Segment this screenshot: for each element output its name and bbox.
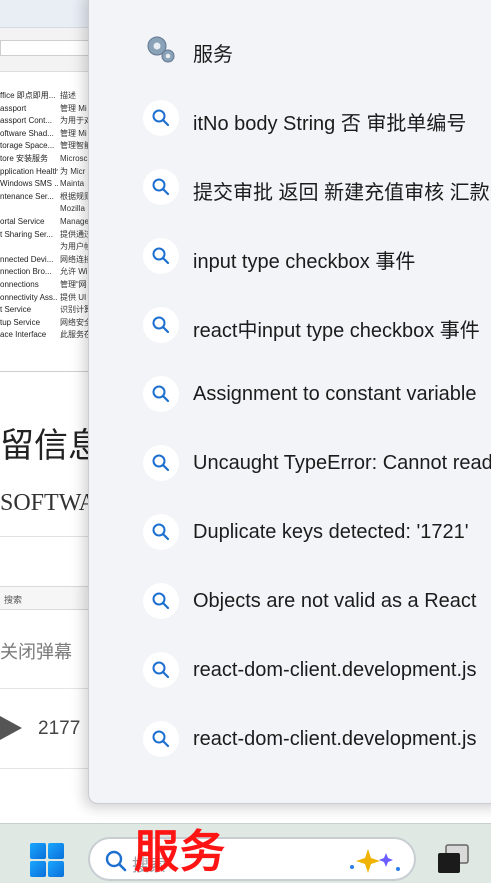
share-count: 2177: [38, 718, 81, 739]
service-name-cell: ffice 即点即用...: [0, 91, 56, 100]
result-item-services-app[interactable]: 服务: [143, 29, 491, 69]
search-icon: [143, 721, 179, 757]
background-subheading: SOFTWA: [0, 490, 97, 516]
result-item[interactable]: Objects are not valid as a React: [143, 581, 491, 621]
result-item[interactable]: Duplicate keys detected: '1721': [143, 512, 491, 552]
search-icon: [143, 100, 179, 136]
result-item-label: Objects are not valid as a React: [193, 590, 477, 612]
close-danmu-button[interactable]: 关闭弹幕: [0, 638, 72, 664]
start-logo-tile: [48, 843, 64, 859]
copilot-sparkle-icon[interactable]: [348, 847, 404, 880]
background-heading: 留信息: [0, 428, 102, 465]
service-name-cell: tup Service: [0, 317, 41, 327]
result-item-label: react-dom-client.development.js: [193, 728, 477, 750]
result-item-label: itNo body String 否 审批单编号: [193, 113, 467, 135]
search-icon: [143, 376, 179, 412]
service-name-cell: [0, 241, 58, 254]
service-name-cell: tore 安装服务: [0, 153, 49, 163]
start-logo-tile: [30, 861, 46, 877]
service-name-cell: nnected Devi...: [0, 254, 54, 264]
result-item[interactable]: react-dom-client.development.js: [143, 650, 491, 690]
search-icon: [143, 238, 179, 274]
service-name-cell: onnections: [0, 279, 39, 289]
result-item-label: Assignment to constant variable: [193, 383, 477, 405]
result-item-label: react-dom-client.development.js: [193, 659, 477, 681]
search-icon: [143, 583, 179, 619]
service-name-cell: t Sharing Ser...: [0, 229, 53, 239]
service-name-cell: assport: [0, 103, 27, 113]
service-name-cell: Windows SMS ...: [0, 179, 58, 189]
service-name-cell: nnection Bro...: [0, 267, 52, 277]
background-search-label: 搜索: [4, 595, 23, 605]
result-item[interactable]: 提交审批 返回 新建充值审核 汇款: [143, 167, 491, 207]
result-item[interactable]: Assignment to constant variable: [143, 374, 491, 414]
result-item-label: Duplicate keys detected: '1721': [193, 521, 469, 543]
windows-start-icon[interactable]: [30, 843, 66, 879]
service-name-cell: assport Cont...: [0, 116, 53, 126]
result-item-label: 服务: [193, 44, 233, 66]
result-item[interactable]: Uncaught TypeError: Cannot read: [143, 443, 491, 483]
result-item-label: Uncaught TypeError: Cannot read: [193, 452, 491, 474]
result-item-label: input type checkbox 事件: [193, 251, 416, 273]
result-item-label: 提交审批 返回 新建充值审核 汇款: [193, 182, 490, 204]
start-logo-tile: [30, 843, 46, 859]
search-icon: [143, 445, 179, 481]
annotation-overlay-text: 服务: [134, 826, 227, 877]
result-item[interactable]: itNo body String 否 审批单编号: [143, 98, 491, 138]
services-name-column: ffice 即点即用... assport assport Cont... oftwa…: [0, 90, 58, 342]
service-name-cell: ace Interface: [0, 330, 47, 340]
service-name-cell: torage Space...: [0, 141, 55, 151]
result-item[interactable]: react-dom-client.development.js: [143, 719, 491, 759]
share-icon[interactable]: [0, 710, 24, 746]
search-icon: [143, 652, 179, 688]
service-name-cell: ntenance Ser...: [0, 191, 54, 201]
service-name-cell: ortal Service: [0, 216, 45, 226]
service-name-cell: pplication Health...: [0, 166, 58, 176]
taskbar: 搜索 服务: [0, 823, 491, 883]
search-icon: [143, 307, 179, 343]
task-view-icon[interactable]: [434, 841, 472, 877]
service-name-cell: onnectivity Ass...: [0, 292, 58, 302]
service-name-cell: oftware Shad...: [0, 128, 54, 138]
service-name-cell: t Service: [0, 305, 32, 315]
result-item[interactable]: react中input type checkbox 事件: [143, 305, 491, 345]
background-address-field: [0, 40, 90, 56]
services-gear-icon: [143, 31, 179, 67]
search-icon: [143, 169, 179, 205]
result-item-label: react中input type checkbox 事件: [193, 320, 480, 342]
service-name-cell: [0, 203, 58, 216]
start-logo-tile: [48, 861, 64, 877]
result-item[interactable]: input type checkbox 事件: [143, 236, 491, 276]
search-icon: [143, 514, 179, 550]
search-icon: [104, 849, 128, 878]
search-results-flyout: 服务 itNo body String 否 审批单编号 提交审批 返回 新建充值…: [88, 0, 491, 804]
